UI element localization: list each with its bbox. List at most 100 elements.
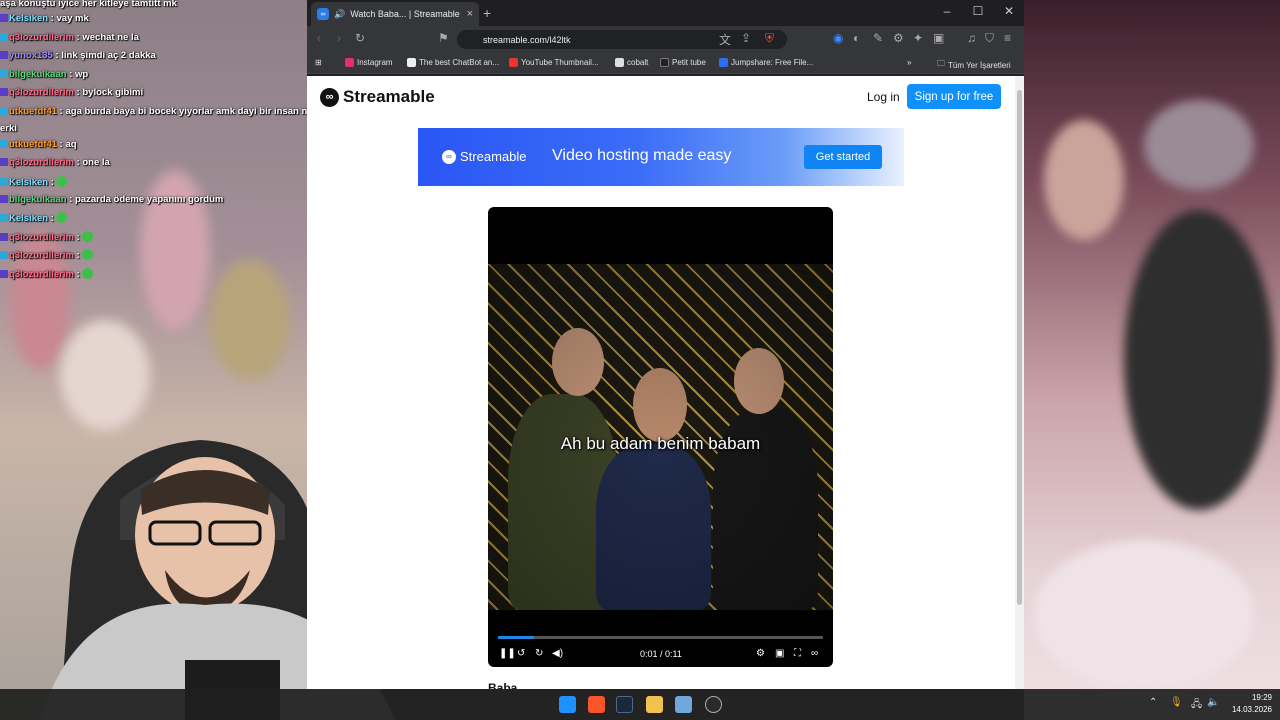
steam-icon[interactable] <box>616 696 633 713</box>
chat-message: q3lozurdilerim : <box>0 231 93 243</box>
maximize-button[interactable]: ☐ <box>968 4 988 18</box>
chat-overlay: aşa konuştu iyice her kitleye tamtitt mk… <box>0 0 351 290</box>
chat-username: q3lozurdilerim <box>9 250 74 261</box>
chat-username: q3lozurdilerim <box>9 157 74 168</box>
microphone-icon[interactable]: 🎙 <box>1170 697 1183 708</box>
chat-message: q3lozurdilerim : wechat ne la <box>0 32 139 43</box>
chat-badge-icon <box>0 14 8 22</box>
reload-icon[interactable]: ↻ <box>355 31 365 45</box>
video-title: Baba <box>488 681 518 689</box>
extensions-puzzle-icon[interactable]: ✦ <box>913 31 923 45</box>
chat-username: q3lozurdilerim <box>9 32 74 43</box>
chat-username: Kelsiken <box>9 213 49 224</box>
pause-button[interactable]: ❚❚ <box>499 648 516 659</box>
volume-icon[interactable]: ◀) <box>552 648 563 659</box>
sidebar-icon[interactable]: ▣ <box>933 31 944 45</box>
bookmark-icon[interactable]: ⚑ <box>438 31 449 45</box>
chat-text: : aq <box>57 139 77 150</box>
chat-message: q3lozurdilerim : bylock gibimi <box>0 87 143 98</box>
signup-button[interactable]: Sign up for free <box>907 84 1001 109</box>
streamable-logo-icon: ∞ <box>320 87 339 107</box>
fullscreen-icon[interactable]: ⛶ <box>794 648 801 659</box>
bookmark-item[interactable]: Petit tube <box>660 58 706 67</box>
chat-username: bilgekulkaan <box>9 69 67 80</box>
forward-icon[interactable]: › <box>337 31 341 45</box>
system-clock[interactable]: 19:29 14.03.2026 <box>1230 692 1272 716</box>
app-icon[interactable] <box>675 696 692 713</box>
chat-message: Kelsiken : vay mk <box>0 13 89 24</box>
forward-icon[interactable]: ↻ <box>535 648 543 659</box>
minimize-button[interactable]: – <box>937 4 957 18</box>
all-bookmarks-folder[interactable]: 🗀 Tüm Yer İşaretleri <box>937 58 1011 72</box>
chat-message: yunox135 : link şimdi aç 2 dakka <box>0 50 156 61</box>
menu-icon[interactable]: ≡ <box>1004 31 1011 45</box>
brave-shield-icon[interactable]: ⛨ <box>765 31 774 46</box>
chat-emote-icon <box>55 176 67 187</box>
chat-badge-icon <box>0 251 8 259</box>
close-window-button[interactable]: ✕ <box>999 4 1019 18</box>
bookmark-item[interactable]: Jumpshare: Free File... <box>719 58 813 67</box>
network-icon[interactable]: 🖧 <box>1191 697 1202 714</box>
progress-bar[interactable] <box>498 636 823 639</box>
nav-toolbar: ‹ › ↻ ⚑ streamable.com/l42ltk 文 ⇪ ⛨ ◉ ◐ … <box>307 26 1024 52</box>
file-explorer-icon[interactable] <box>646 696 663 713</box>
get-started-button[interactable]: Get started <box>804 145 882 169</box>
settings-gear-icon[interactable]: ⚙ <box>756 648 765 659</box>
streamable-logo[interactable]: ∞ Streamable <box>320 87 435 107</box>
chat-username: q3lozurdilerim <box>9 87 74 98</box>
scrollbar-thumb[interactable] <box>1017 90 1022 605</box>
pip-icon[interactable]: ▣ <box>775 648 784 659</box>
extension-icon[interactable]: ◉ <box>833 31 843 45</box>
chat-text: : <box>73 250 80 261</box>
login-link[interactable]: Log in <box>867 90 900 104</box>
extension-icon[interactable]: ⚙ <box>893 31 904 45</box>
extension-icon[interactable]: ◐ <box>853 31 860 45</box>
chat-text: : wechat ne la <box>73 32 139 43</box>
rewind-icon[interactable]: ↺ <box>517 648 525 659</box>
more-bookmarks-icon[interactable]: » <box>907 58 911 67</box>
obs-icon[interactable] <box>705 696 722 713</box>
chat-text: : <box>73 269 80 280</box>
new-tab-button[interactable]: + <box>483 5 491 21</box>
video-player[interactable]: Ah bu adam benim babam ❚❚ ↺ ↻ ◀) 0:01 / … <box>488 207 833 667</box>
page-content: ∞ Streamable Log in Sign up for free ∞ S… <box>307 76 1015 689</box>
apps-icon[interactable]: ⊞ <box>315 58 322 67</box>
extension-icon[interactable]: ✎ <box>873 31 883 45</box>
chat-message: utkuefdf41 : aga burda baya bi bocek yiy… <box>0 106 351 117</box>
streamable-favicon-icon: ∞ <box>317 8 329 20</box>
chat-badge-icon <box>0 107 8 115</box>
url-bar[interactable]: streamable.com/l42ltk <box>457 30 787 49</box>
translate-icon[interactable]: 文 <box>719 31 731 48</box>
chat-text: : bylock gibimi <box>73 87 144 98</box>
volume-icon[interactable]: 🔈 <box>1207 697 1219 708</box>
bookmark-item[interactable]: cobalt <box>615 58 648 67</box>
video-time: 0:01 / 0:11 <box>640 649 682 659</box>
banner-headline: Video hosting made easy <box>552 147 732 164</box>
chat-message: Kelsiken : <box>0 176 67 188</box>
bookmark-item[interactable]: Instagram <box>345 58 393 67</box>
back-icon[interactable]: ‹ <box>317 31 321 45</box>
share-icon[interactable]: ⇪ <box>741 31 751 45</box>
media-icon[interactable]: ♫ <box>967 31 976 45</box>
tray-chevron-icon[interactable]: ⌃ <box>1149 697 1157 708</box>
bookmark-item[interactable]: The best ChatBot an... <box>407 58 499 67</box>
chat-text: aşa konuştu iyice her kitleye tamtitt mk <box>0 0 177 9</box>
tab-close-icon[interactable]: × <box>467 8 473 20</box>
brave-browser-icon[interactable] <box>588 696 605 713</box>
chat-emote-icon <box>81 231 93 242</box>
chat-text: : one la <box>73 157 110 168</box>
windows-start-icon[interactable] <box>559 696 576 713</box>
chat-username: Kelsiken <box>9 177 49 188</box>
chat-badge-icon <box>0 214 8 222</box>
video-subtitle: Ah bu adam benim babam <box>560 434 761 453</box>
chat-username: Kelsiken <box>9 13 49 24</box>
page-scrollbar[interactable] <box>1015 76 1024 689</box>
clock-date: 14.03.2026 <box>1231 705 1272 714</box>
chat-message: utkuefdf41 : aq <box>0 139 77 150</box>
tab-title: Watch Baba... | Streamable <box>350 9 460 19</box>
ad-banner[interactable]: ∞ Streamable Video hosting made easy Get… <box>418 128 904 186</box>
tab-streamable[interactable]: ∞ 🔊 Watch Baba... | Streamable × <box>311 2 479 26</box>
bookmark-item[interactable]: YouTube Thumbnail... <box>509 58 599 67</box>
streamable-icon[interactable]: ∞ <box>811 648 818 659</box>
vpn-icon[interactable]: ⛉ <box>985 31 994 46</box>
